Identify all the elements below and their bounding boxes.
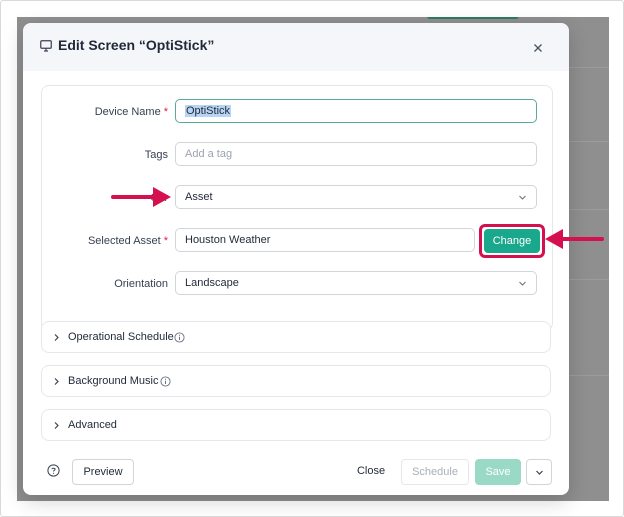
tags-input[interactable]: Add a tag: [175, 142, 537, 166]
info-icon[interactable]: [174, 332, 185, 343]
background-divider: [569, 279, 609, 280]
section-label: Advanced: [68, 419, 117, 431]
selected-asset-label: Selected Asset *: [87, 235, 168, 247]
section-background-music[interactable]: Background Music: [41, 365, 551, 397]
schedule-button[interactable]: Schedule: [401, 459, 469, 485]
edit-screen-modal: Edit Screen “OptiStick” Device Name * Opt…: [23, 23, 569, 495]
chevron-right-icon: [54, 334, 59, 341]
selected-asset-input[interactable]: Houston Weather: [175, 228, 475, 252]
content-select[interactable]: Asset: [175, 185, 537, 209]
close-icon[interactable]: [531, 41, 545, 55]
orientation-label: Orientation: [114, 278, 168, 290]
background-divider: [569, 67, 609, 68]
chevron-down-icon: [519, 281, 526, 286]
background-divider: [569, 375, 609, 376]
chevron-right-icon: [54, 422, 59, 429]
save-button[interactable]: Save: [475, 459, 521, 485]
annotation-arrow-left-icon: [545, 229, 604, 249]
modal-header: Edit Screen “OptiStick”: [23, 23, 569, 71]
section-advanced[interactable]: Advanced: [41, 409, 551, 441]
section-label: Background Music: [68, 375, 159, 387]
save-options-button[interactable]: [526, 459, 552, 485]
annotation-highlight-box: [479, 224, 545, 258]
close-button[interactable]: Close: [349, 459, 393, 485]
chevron-right-icon: [54, 378, 59, 385]
annotation-arrow-right-icon: [111, 187, 171, 207]
section-label: Operational Schedule: [68, 331, 174, 343]
modal-title: Edit Screen “OptiStick”: [58, 37, 215, 53]
background-divider: [569, 141, 609, 142]
device-name-label: Device Name *: [94, 106, 168, 118]
monitor-icon: [40, 40, 52, 52]
help-circle-icon[interactable]: [47, 464, 60, 477]
tags-label: Tags: [144, 149, 168, 161]
orientation-select[interactable]: Landscape: [175, 271, 537, 295]
info-icon[interactable]: [160, 376, 171, 387]
background-button: [427, 17, 519, 19]
screenshot-frame: Edit Screen “OptiStick” Device Name * Opt…: [0, 0, 624, 517]
chevron-down-icon: [536, 470, 543, 475]
background-divider: [569, 209, 609, 210]
chevron-down-icon: [519, 195, 526, 200]
preview-button[interactable]: Preview: [72, 459, 134, 485]
device-name-input[interactable]: OptiStick: [175, 99, 537, 123]
section-operational-schedule[interactable]: Operational Schedule: [41, 321, 551, 353]
